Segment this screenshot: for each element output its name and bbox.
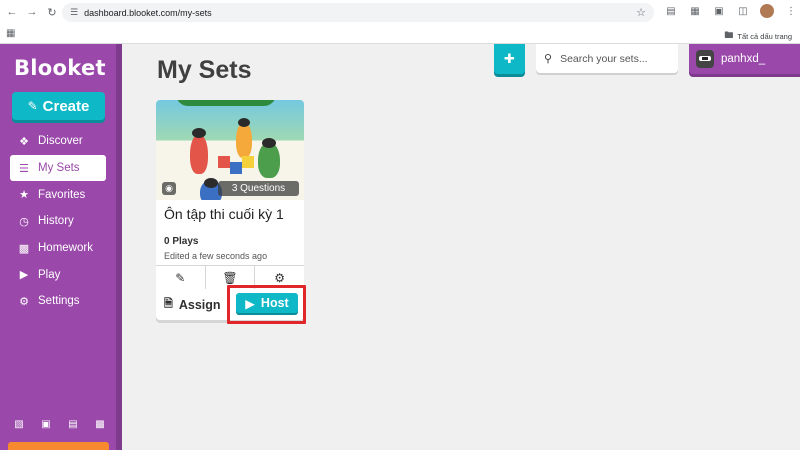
new-folder-button[interactable]: ✚ — [494, 44, 525, 74]
page-title: My Sets — [157, 56, 252, 84]
sidebar-item-label: My Sets — [38, 162, 80, 175]
history-icon: ◷ — [19, 215, 29, 228]
set-cover-image[interactable]: ◉ 3 Questions — [156, 100, 304, 200]
sidebar-item-homework[interactable]: ▩ Homework — [0, 235, 116, 262]
translate-icon[interactable]: ▣ — [712, 4, 726, 18]
briefcase-icon[interactable]: ▣ — [39, 418, 53, 430]
sidepanel-icon[interactable]: ◫ — [736, 4, 750, 18]
gear-icon: ⚙ — [274, 270, 286, 285]
document-icon: 🗎 — [164, 298, 173, 310]
folder-plus-icon: ✚ — [504, 51, 515, 66]
question-count-badge: 3 Questions — [218, 181, 299, 196]
browser-toolbar: ← → ↻ ☰ dashboard.blooket.com/my-sets ☆ … — [0, 0, 800, 24]
all-bookmarks-label: Tất cả dấu trang — [737, 31, 792, 41]
sidebar-item-label: Settings — [38, 295, 80, 308]
reload-icon[interactable]: ↻ — [44, 4, 60, 20]
extension-icons: ▤ ▦ ▣ ◫ ⋮ — [664, 4, 798, 18]
apps-grid-icon[interactable]: ▦ — [6, 28, 15, 39]
bookmark-star-icon[interactable]: ☆ — [636, 6, 646, 19]
stats-chart-icon[interactable]: ▧ — [12, 418, 26, 430]
search-bar[interactable]: ⚲ — [536, 44, 678, 73]
profile-avatar-icon[interactable] — [760, 4, 774, 18]
puzzle-icon[interactable]: ▦ — [688, 4, 702, 18]
compass-icon: ❖ — [19, 135, 29, 148]
sidebar-item-history[interactable]: ◷ History — [0, 208, 116, 235]
edit-button[interactable]: ✎ — [156, 266, 206, 289]
eye-icon[interactable]: ◉ — [162, 182, 176, 195]
edited-timestamp: Edited a few seconds ago — [164, 251, 268, 261]
edit-square-icon: ✎ — [27, 99, 38, 113]
sidebar: Blooket ✎ Create ❖ Discover ☰ My Sets ★ … — [0, 44, 122, 450]
sidebar-item-label: Play — [38, 268, 61, 281]
upgrade-banner[interactable] — [8, 442, 109, 450]
highlight-box — [227, 285, 306, 324]
gear-icon: ⚙ — [19, 295, 29, 308]
sidebar-nav: ❖ Discover ☰ My Sets ★ Favorites ◷ Histo… — [0, 128, 116, 315]
plays-count: 0 Plays — [164, 236, 199, 247]
sidebar-item-favorites[interactable]: ★ Favorites — [0, 181, 116, 208]
sidebar-item-discover[interactable]: ❖ Discover — [0, 128, 116, 155]
search-icon: ⚲ — [544, 53, 553, 65]
homework-icon: ▩ — [18, 242, 30, 255]
assign-label: Assign — [178, 297, 221, 312]
sidebar-item-label: Homework — [38, 242, 93, 255]
trash-icon: 🗑 — [222, 270, 238, 285]
kebab-menu-icon[interactable]: ⋮ — [784, 4, 798, 18]
blooket-logo[interactable]: Blooket — [14, 56, 106, 80]
sidebar-item-label: Favorites — [38, 188, 86, 201]
store-icon[interactable]: ▤ — [66, 418, 80, 430]
sidebar-item-settings[interactable]: ⚙ Settings — [0, 288, 116, 315]
user-menu[interactable]: panhxd_ — [689, 44, 800, 74]
search-input[interactable] — [560, 52, 671, 65]
list-icon: ☰ — [19, 162, 29, 175]
card-icon[interactable]: ▩ — [93, 418, 107, 430]
pencil-icon: ✎ — [175, 270, 186, 285]
username: panhxd_ — [721, 53, 766, 65]
assign-button[interactable]: 🗎 Assign — [156, 295, 234, 314]
play-icon: ▶ — [19, 269, 29, 282]
site-info-icon[interactable]: ☰ — [70, 7, 78, 18]
sidebar-item-label: Discover — [38, 135, 83, 148]
folder-icon: 🖿 — [724, 30, 734, 40]
address-bar[interactable]: ☰ dashboard.blooket.com/my-sets ☆ — [62, 3, 654, 22]
star-icon: ★ — [19, 189, 29, 202]
back-icon[interactable]: ← — [4, 4, 20, 20]
forward-icon[interactable]: → — [24, 4, 40, 20]
main-content: My Sets ✚ ⚲ panhxd_ ◉ 3 Questions Ôn tập… — [122, 44, 800, 450]
bookmarks-bar: ▦ 🖿 Tất cả dấu trang — [0, 24, 800, 44]
sidebar-item-my-sets[interactable]: ☰ My Sets — [10, 154, 106, 182]
create-button[interactable]: ✎ Create — [12, 92, 105, 120]
sidebar-footer-icons: ▧ ▣ ▤ ▩ — [12, 418, 107, 430]
avatar — [696, 50, 714, 68]
all-bookmarks-folder[interactable]: 🖿 Tất cả dấu trang — [724, 28, 792, 44]
url-text: dashboard.blooket.com/my-sets — [84, 7, 212, 18]
sidebar-item-play[interactable]: ▶ Play — [0, 261, 116, 288]
page-icon[interactable]: ▤ — [664, 4, 678, 18]
set-title[interactable]: Ôn tập thi cuối kỳ 1 — [164, 206, 284, 222]
create-label: Create — [42, 97, 90, 115]
sidebar-item-label: History — [38, 215, 74, 228]
